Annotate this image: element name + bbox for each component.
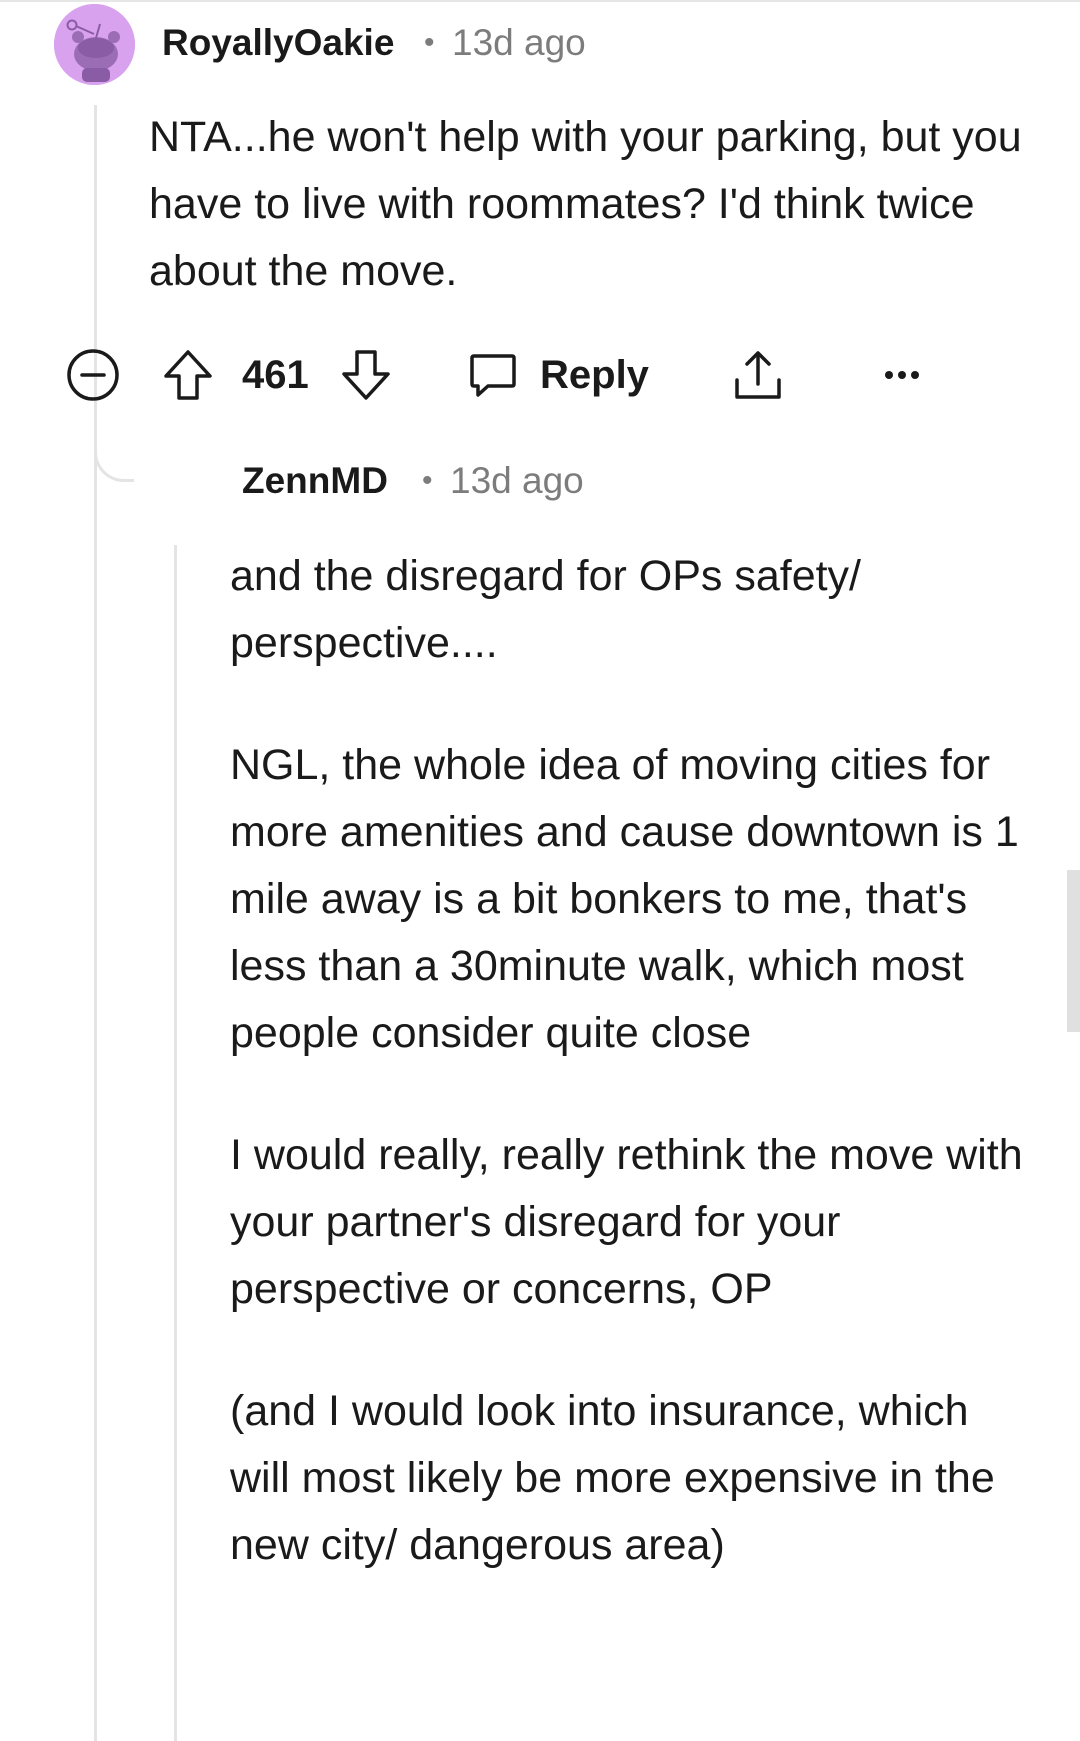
reply-label: Reply — [540, 352, 649, 397]
collapse-button[interactable] — [66, 345, 120, 405]
reply-thread-line[interactable] — [174, 545, 177, 1741]
reply-paragraph: and the disregard for OPs safety/ perspe… — [230, 552, 861, 667]
reply-author[interactable]: ZennMD — [242, 460, 388, 502]
chat-bubble-icon — [470, 354, 516, 397]
top-divider — [0, 0, 1080, 2]
snoo-avatar-icon — [54, 4, 135, 85]
upvote-arrow-icon — [164, 350, 212, 400]
meta-separator: • — [424, 26, 435, 59]
vote-count: 461 — [242, 352, 309, 397]
comment-text: NTA...he won't help with your parking, b… — [149, 113, 1022, 295]
collapse-minus-icon — [67, 349, 119, 401]
reply-body: and the disregard for OPs safety/ perspe… — [230, 543, 1030, 1579]
comment-body: NTA...he won't help with your parking, b… — [149, 104, 1029, 305]
reply-paragraph: (and I would look into insurance, which … — [230, 1387, 995, 1569]
share-icon — [735, 351, 781, 399]
comment-timestamp: 13d ago — [452, 22, 586, 63]
downvote-button[interactable] — [340, 345, 392, 405]
more-options-icon — [885, 371, 919, 379]
avatar[interactable] — [54, 4, 135, 85]
thread-connector — [94, 430, 134, 482]
downvote-arrow-icon — [342, 350, 390, 400]
reply-paragraph: I would really, really rethink the move … — [230, 1131, 1023, 1313]
comment-action-bar: 461 Reply — [66, 345, 966, 405]
meta-separator: • — [422, 464, 433, 497]
comment-author[interactable]: RoyallyOakie — [162, 22, 394, 64]
more-options-button[interactable] — [884, 345, 920, 405]
share-button[interactable] — [732, 345, 784, 405]
scrollbar[interactable] — [1067, 870, 1080, 1032]
upvote-button[interactable] — [162, 345, 214, 405]
reply-button[interactable]: Reply — [468, 345, 649, 405]
reply-paragraph: NGL, the whole idea of moving cities for… — [230, 741, 1019, 1057]
reply-timestamp: 13d ago — [450, 460, 584, 501]
